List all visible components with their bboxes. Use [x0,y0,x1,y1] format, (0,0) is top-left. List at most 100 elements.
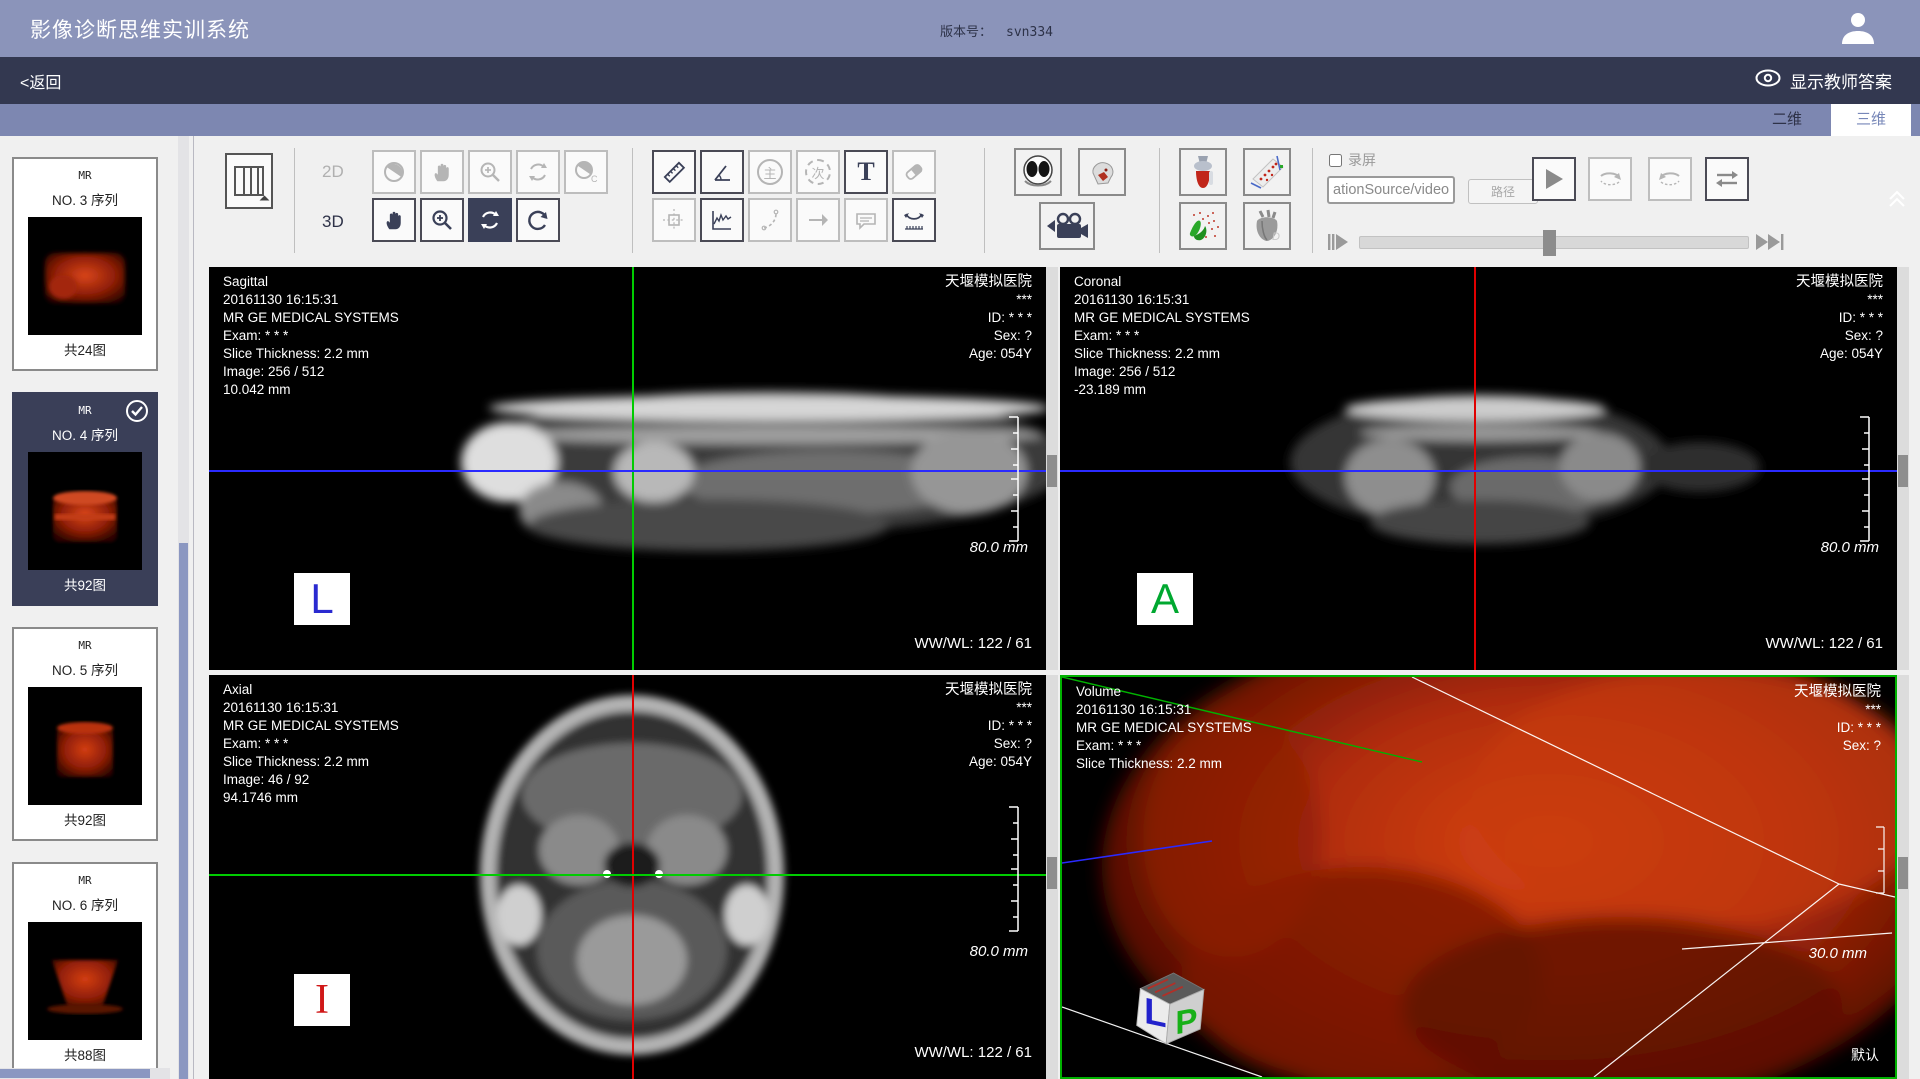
scale-ruler [1004,415,1022,543]
crosshair-vertical-red[interactable] [1474,267,1476,670]
preset-skull-3d-button[interactable] [1078,148,1126,196]
scrollbar-thumb[interactable] [1898,857,1908,889]
swap-direction-button[interactable] [1705,157,1749,201]
primary-label: 主 [763,163,776,182]
crosshair-horizontal-blue[interactable] [1060,470,1897,472]
series-count: 共92图 [14,574,156,594]
rotate-animation-cw-button[interactable] [1588,157,1632,201]
selected-check-icon [125,399,149,423]
viewport-axial[interactable]: Axial 20161130 16:15:31 MR GE MEDICAL SY… [209,675,1046,1079]
playback-slider-thumb[interactable] [1543,230,1556,256]
tool-3d-rotate-active[interactable] [468,198,512,242]
tool-2d-window-level[interactable] [372,150,416,194]
viewport-coronal[interactable]: Coronal 20161130 16:15:31 MR GE MEDICAL … [1060,267,1897,670]
series-thumbnail [28,687,142,805]
scrollbar-thumb[interactable] [0,1069,150,1078]
sidebar-horizontal-scrollbar[interactable] [0,1068,170,1079]
rotate-ccw-icon [1657,167,1683,191]
hand-icon [430,160,454,184]
patient-sex: Sex: ? [945,327,1032,345]
tool-spline-curve[interactable] [748,198,792,242]
tool-measure-angle[interactable] [700,150,744,194]
tool-histogram[interactable] [700,198,744,242]
series-card-no6[interactable]: MR NO. 6 序列 共88图 [12,862,158,1076]
record-screen-checkbox[interactable] [1329,154,1342,167]
scrollbar-thumb[interactable] [1047,857,1057,889]
hospital-name: 天堰模拟医院 [1796,273,1883,291]
export-video-button[interactable] [1039,202,1095,250]
orientation-cube[interactable]: L P [1122,961,1214,1053]
tool-2d-pan[interactable] [420,150,464,194]
scrollbar-thumb[interactable] [179,543,188,1079]
series-card-no4[interactable]: MR NO. 4 序列 共92图 [12,392,158,606]
rotate-cw-icon [1597,167,1623,191]
preset-spine-slab-button[interactable] [1243,148,1291,196]
crosshair-horizontal-green[interactable] [209,874,1046,876]
top-header-bar: 影像诊断思维实训系统 版本号：svn334 [0,0,1920,57]
tool-secondary-lesion[interactable]: 次 [796,150,840,194]
sidebar-vertical-scrollbar[interactable] [178,136,189,1079]
sagittal-slice-scrollbar[interactable] [1046,267,1058,670]
device-name: MR GE MEDICAL SYSTEMS [223,717,399,735]
eye-icon [1755,69,1781,92]
tool-arrow-annotation[interactable] [796,198,840,242]
coronal-slice-scrollbar[interactable] [1897,267,1909,670]
tool-3d-reset[interactable] [516,198,560,242]
skip-start-icon[interactable] [1327,233,1351,256]
series-count: 共24图 [14,339,156,359]
tool-3d-zoom[interactable] [420,198,464,242]
scrollbar-thumb[interactable] [1047,455,1057,487]
tool-comment[interactable] [844,198,888,242]
tab-3d[interactable]: 三维 [1831,104,1911,136]
render-preset-label[interactable]: 默认 [1851,1045,1879,1065]
user-account-icon[interactable] [1838,8,1878,48]
tool-curve-measure[interactable] [892,198,936,242]
hospital-name: 天堰模拟医院 [1794,683,1881,701]
tool-2d-rotate[interactable] [516,150,560,194]
playback-slider-track[interactable] [1359,236,1749,249]
toolbar: 2D 3D C [194,136,1920,267]
arrow-icon [805,207,831,233]
series-card-no5[interactable]: MR NO. 5 序列 共92图 [12,627,158,841]
tool-text-annotation[interactable]: T [844,150,888,194]
viewport-sagittal[interactable]: Sagittal 20161130 16:15:31 MR GE MEDICAL… [209,267,1046,670]
patient-stars: *** [945,291,1032,309]
video-path-input[interactable] [1327,176,1455,204]
skip-end-icon[interactable] [1755,233,1785,256]
preset-lung-axial-button[interactable] [1014,148,1062,196]
mode-3d-label: 3D [322,212,344,232]
tool-2d-zoom[interactable] [468,150,512,194]
skull-3d-icon [1083,153,1121,191]
back-button[interactable]: <返回 [20,69,61,93]
playback-play-button[interactable] [1532,157,1576,201]
volume-slice-scrollbar[interactable] [1897,675,1909,1079]
tool-2d-window-level-reset[interactable]: C [564,150,608,194]
collapse-toolbar-button[interactable] [1886,188,1908,215]
viewport-grid: Sagittal 20161130 16:15:31 MR GE MEDICAL… [194,267,1920,1079]
svg-text:D: D [1272,231,1280,243]
preset-heart-3d-button[interactable]: D [1243,202,1291,250]
preset-knee-button[interactable] [1179,148,1227,196]
scrollbar-thumb[interactable] [1898,455,1908,487]
crosshair-vertical-red[interactable] [632,675,634,1079]
path-browse-button[interactable]: 路径 [1468,179,1538,204]
tool-measure-length[interactable] [652,150,696,194]
tab-2d[interactable]: 二维 [1747,104,1827,136]
rotate-animation-ccw-button[interactable] [1648,157,1692,201]
tool-3d-pan[interactable] [372,198,416,242]
record-screen-checkbox-row[interactable]: 录屏 [1329,150,1376,170]
layout-select-button[interactable] [225,153,273,209]
show-teacher-answer-button[interactable]: 显示教师答案 [1755,68,1892,93]
patient-id: ID: * * * [945,309,1032,327]
tool-primary-lesion[interactable]: 主 [748,150,792,194]
preset-segmentation-button[interactable] [1179,202,1227,250]
crosshair-vertical-green[interactable] [632,267,634,670]
viewport-volume-3d[interactable]: L P Volume 20161130 16:15:31 MR GE MEDIC… [1060,675,1897,1079]
series-card-no3[interactable]: MR NO. 3 序列 共24图 [12,157,158,371]
axial-slice-scrollbar[interactable] [1046,675,1058,1079]
toolbar-separator [984,148,985,253]
series-thumbnail [28,217,142,335]
tool-eraser[interactable] [892,150,936,194]
crosshair-horizontal-blue[interactable] [209,470,1046,472]
tool-roi[interactable] [652,198,696,242]
